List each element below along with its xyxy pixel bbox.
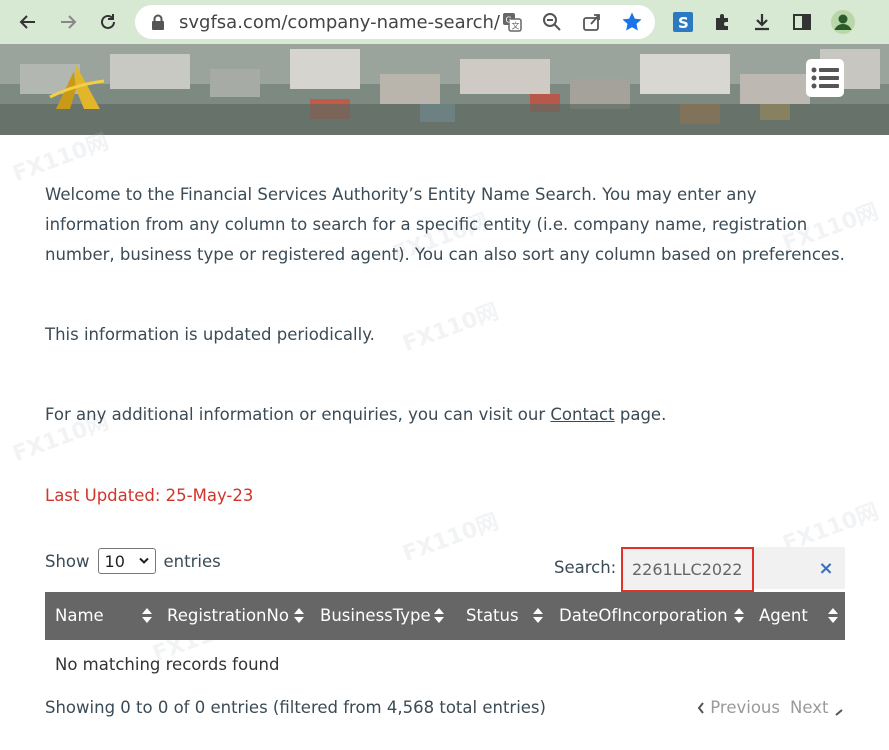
bookmark-star-icon[interactable] bbox=[621, 11, 643, 33]
search-box: 2261LLC2022 × bbox=[621, 547, 845, 592]
entries-select[interactable]: 10 bbox=[97, 548, 156, 574]
column-header-agent[interactable]: Agent bbox=[759, 592, 808, 640]
menu-button[interactable] bbox=[806, 59, 844, 97]
contact-paragraph: For any additional information or enquir… bbox=[45, 400, 666, 430]
download-icon[interactable] bbox=[748, 8, 776, 36]
header-banner bbox=[0, 44, 889, 135]
back-arrow-icon[interactable] bbox=[14, 8, 42, 36]
next-button[interactable]: Next bbox=[790, 695, 844, 721]
column-header-status[interactable]: Status bbox=[466, 592, 519, 640]
contact-prefix: For any additional information or enquir… bbox=[45, 405, 551, 424]
share-icon[interactable] bbox=[581, 11, 603, 33]
extension-s-icon[interactable]: S bbox=[669, 8, 697, 36]
previous-label: Previous bbox=[710, 698, 780, 717]
svg-text:S: S bbox=[678, 14, 689, 32]
sort-icon[interactable] bbox=[434, 608, 444, 624]
periodic-note: This information is updated periodically… bbox=[45, 325, 375, 344]
show-label: Show bbox=[45, 551, 90, 571]
search-label: Search: bbox=[554, 558, 617, 577]
contact-suffix: page. bbox=[614, 405, 667, 424]
forward-arrow-icon[interactable] bbox=[54, 8, 82, 36]
contact-link[interactable]: Contact bbox=[550, 405, 614, 424]
search-input[interactable]: 2261LLC2022 bbox=[621, 547, 754, 592]
watermark: FX110网 bbox=[399, 299, 503, 358]
column-header-date[interactable]: DateOfIncorporation bbox=[559, 592, 728, 640]
column-header-registration[interactable]: RegistrationNo bbox=[167, 592, 289, 640]
lock-icon[interactable] bbox=[147, 11, 169, 33]
chevron-left-icon bbox=[697, 702, 704, 714]
last-updated: Last Updated: 25-May-23 bbox=[45, 486, 254, 505]
address-bar[interactable]: svgfsa.com/company-name-search/ G文 bbox=[135, 5, 655, 39]
empty-table-message: No matching records found bbox=[55, 655, 280, 674]
sort-icon[interactable] bbox=[533, 608, 543, 624]
entries-select-value: 10 bbox=[104, 551, 125, 571]
table-header: Name RegistrationNo BusinessType Status … bbox=[45, 592, 845, 640]
column-header-name[interactable]: Name bbox=[55, 592, 104, 640]
previous-button[interactable]: Previous bbox=[697, 695, 780, 721]
city-image bbox=[0, 44, 889, 135]
sort-icon[interactable] bbox=[142, 608, 152, 624]
profile-avatar-icon[interactable] bbox=[829, 8, 857, 36]
column-header-business-type[interactable]: BusinessType bbox=[320, 592, 431, 640]
url-text: svgfsa.com/company-name-search/ bbox=[179, 12, 500, 33]
sort-icon[interactable] bbox=[294, 608, 304, 624]
zoom-icon[interactable] bbox=[541, 11, 563, 33]
fsa-logo-icon bbox=[49, 65, 105, 109]
browser-toolbar: svgfsa.com/company-name-search/ G文 S bbox=[0, 0, 889, 44]
table-info: Showing 0 to 0 of 0 entries (filtered fr… bbox=[45, 698, 546, 717]
list-menu-icon bbox=[811, 67, 839, 89]
sort-icon[interactable] bbox=[828, 608, 838, 624]
watermark: FX110网 bbox=[399, 509, 503, 568]
extensions-puzzle-icon[interactable] bbox=[709, 8, 737, 36]
entries-length-control: Show 10 entries bbox=[45, 548, 221, 574]
intro-paragraph: Welcome to the Financial Services Author… bbox=[45, 185, 845, 264]
svg-text:文: 文 bbox=[512, 21, 520, 31]
translate-icon[interactable]: G文 bbox=[501, 11, 523, 33]
sort-icon[interactable] bbox=[734, 608, 744, 624]
chevron-down-icon bbox=[138, 557, 149, 564]
clear-search-button[interactable]: × bbox=[816, 558, 836, 579]
chevron-right-icon bbox=[835, 709, 843, 716]
side-panel-icon[interactable] bbox=[788, 8, 816, 36]
reload-icon[interactable] bbox=[94, 8, 122, 36]
entries-label: entries bbox=[163, 551, 221, 571]
next-label: Next bbox=[790, 698, 829, 717]
